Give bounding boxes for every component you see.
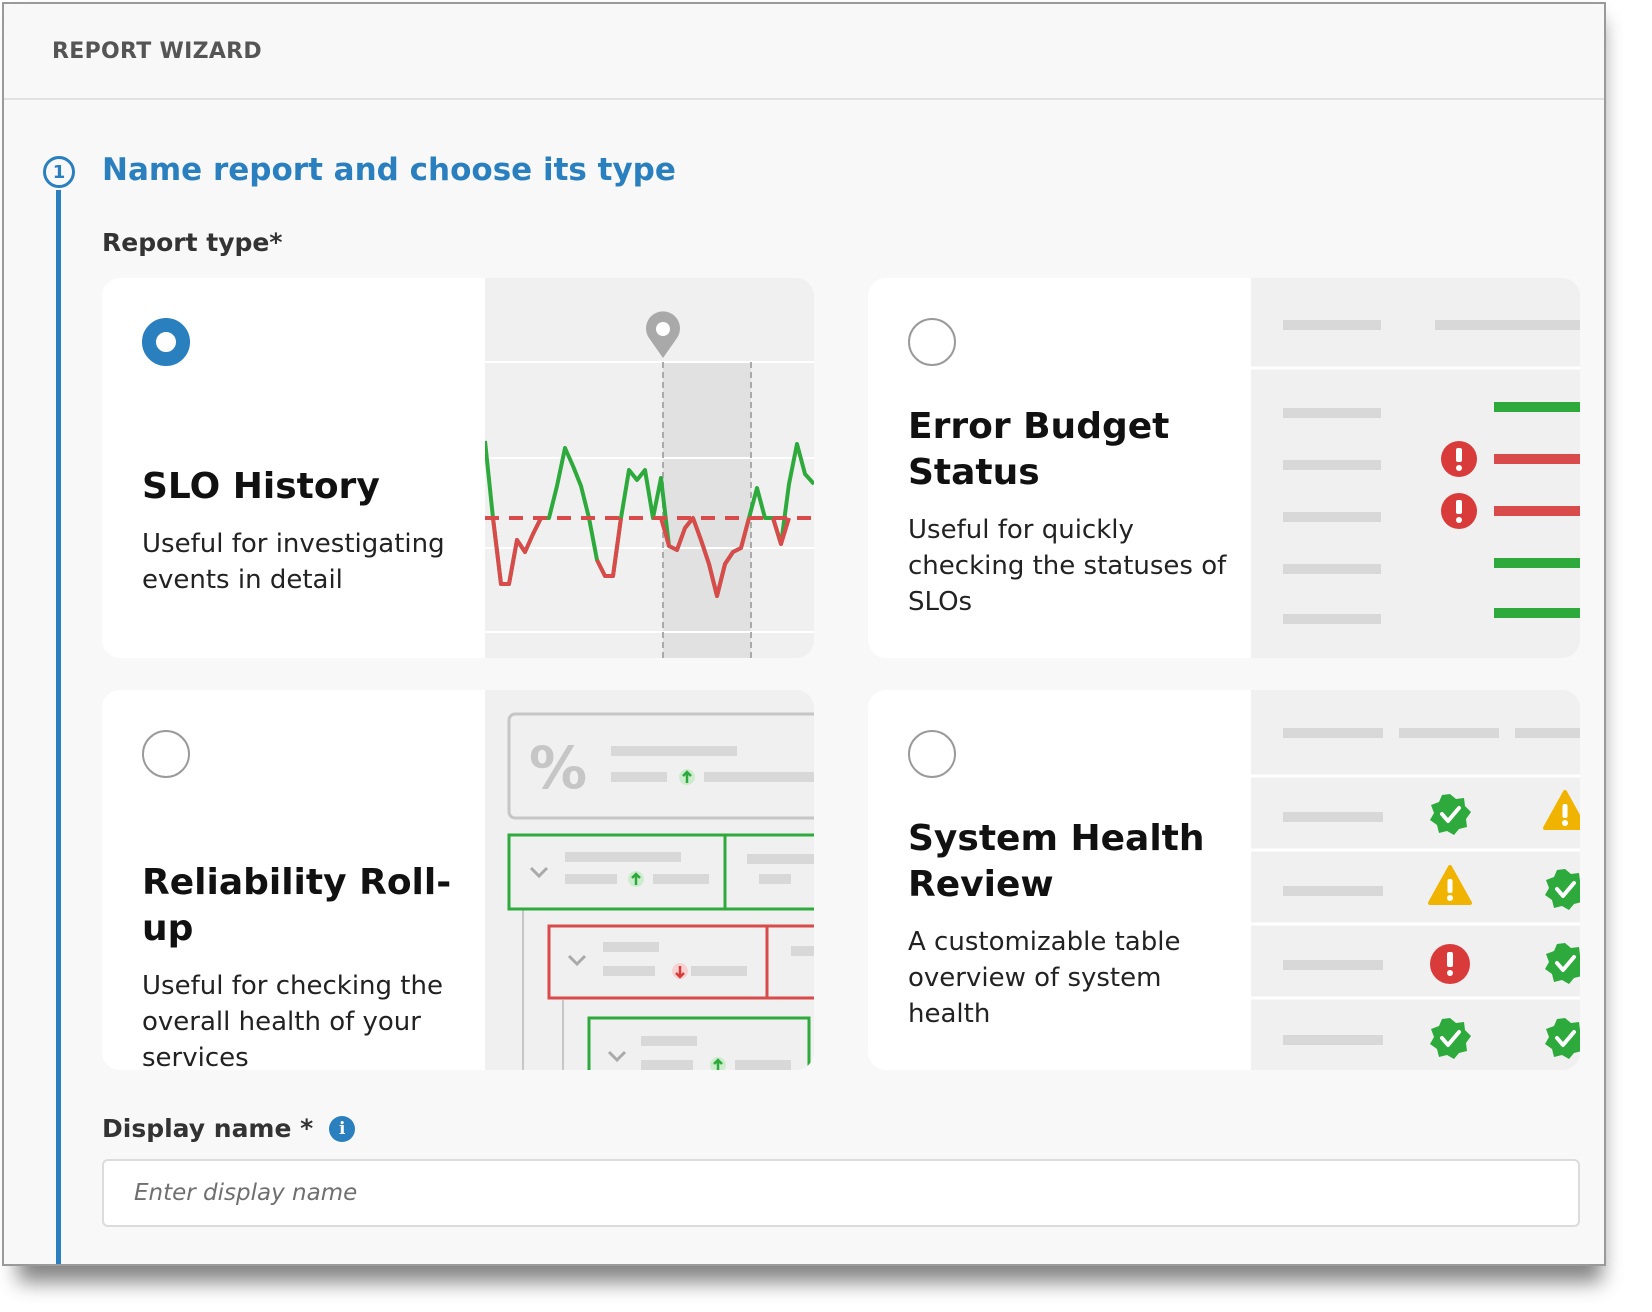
radio-error-budget-status[interactable] xyxy=(908,318,956,366)
card-description: Useful for investigating events in detai… xyxy=(142,529,445,595)
card-title: Error Budget Status xyxy=(908,406,1170,493)
card-text: SLO History Useful for investigating eve… xyxy=(142,464,472,598)
radio-system-health-review[interactable] xyxy=(908,730,956,778)
step-number-badge: 1 xyxy=(43,156,75,188)
radio-slo-history[interactable] xyxy=(142,318,190,366)
report-type-card-error-budget-status[interactable]: Error Budget Status Useful for quickly c… xyxy=(868,278,1580,658)
reliability-roll-up-graphic: % xyxy=(485,690,814,1070)
radio-reliability-roll-up[interactable] xyxy=(142,730,190,778)
report-type-card-slo-history[interactable]: SLO History Useful for investigating eve… xyxy=(102,278,814,658)
wizard-title: REPORT WIZARD xyxy=(52,38,262,64)
exclamation-circle-icon xyxy=(1430,944,1470,984)
card-title: SLO History xyxy=(142,466,380,507)
error-budget-status-graphic xyxy=(1251,278,1580,658)
wizard-header: REPORT WIZARD xyxy=(4,4,1604,100)
display-name-label: Display name * xyxy=(102,1114,314,1143)
report-type-card-system-health-review[interactable]: System Health Review A customizable tabl… xyxy=(868,690,1580,1070)
system-health-review-graphic xyxy=(1251,690,1580,1070)
card-text: Error Budget Status Useful for quickly c… xyxy=(908,404,1238,620)
info-icon[interactable]: i xyxy=(329,1115,356,1142)
card-description: Useful for quickly checking the statuses… xyxy=(908,515,1227,617)
slo-history-illustration xyxy=(485,278,814,658)
exclamation-circle-icon xyxy=(1441,493,1477,529)
display-name-input[interactable] xyxy=(102,1159,1580,1227)
exclamation-circle-icon xyxy=(1441,441,1477,477)
card-text: Reliability Roll-up Useful for checking … xyxy=(142,860,472,1070)
svg-text:%: % xyxy=(529,734,587,802)
step-progress-line xyxy=(56,190,61,1264)
card-title: System Health Review xyxy=(908,818,1205,905)
card-title: Reliability Roll-up xyxy=(142,862,452,949)
error-budget-illustration xyxy=(1251,278,1580,658)
report-type-card-reliability-roll-up[interactable]: Reliability Roll-up Useful for checking … xyxy=(102,690,814,1070)
reliability-roll-up-illustration: % xyxy=(485,690,814,1070)
card-text: System Health Review A customizable tabl… xyxy=(908,816,1238,1032)
card-description: A customizable table overview of system … xyxy=(908,927,1181,1029)
report-wizard-window: REPORT WIZARD 1 Name report and choose i… xyxy=(2,2,1606,1266)
slo-history-chart-graphic xyxy=(485,278,814,658)
display-name-label-row: Display name * i xyxy=(102,1114,356,1143)
card-description: Useful for checking the overall health o… xyxy=(142,971,443,1070)
report-type-label: Report type* xyxy=(102,228,283,257)
system-health-review-illustration xyxy=(1251,690,1580,1070)
step-title: Name report and choose its type xyxy=(102,152,676,188)
